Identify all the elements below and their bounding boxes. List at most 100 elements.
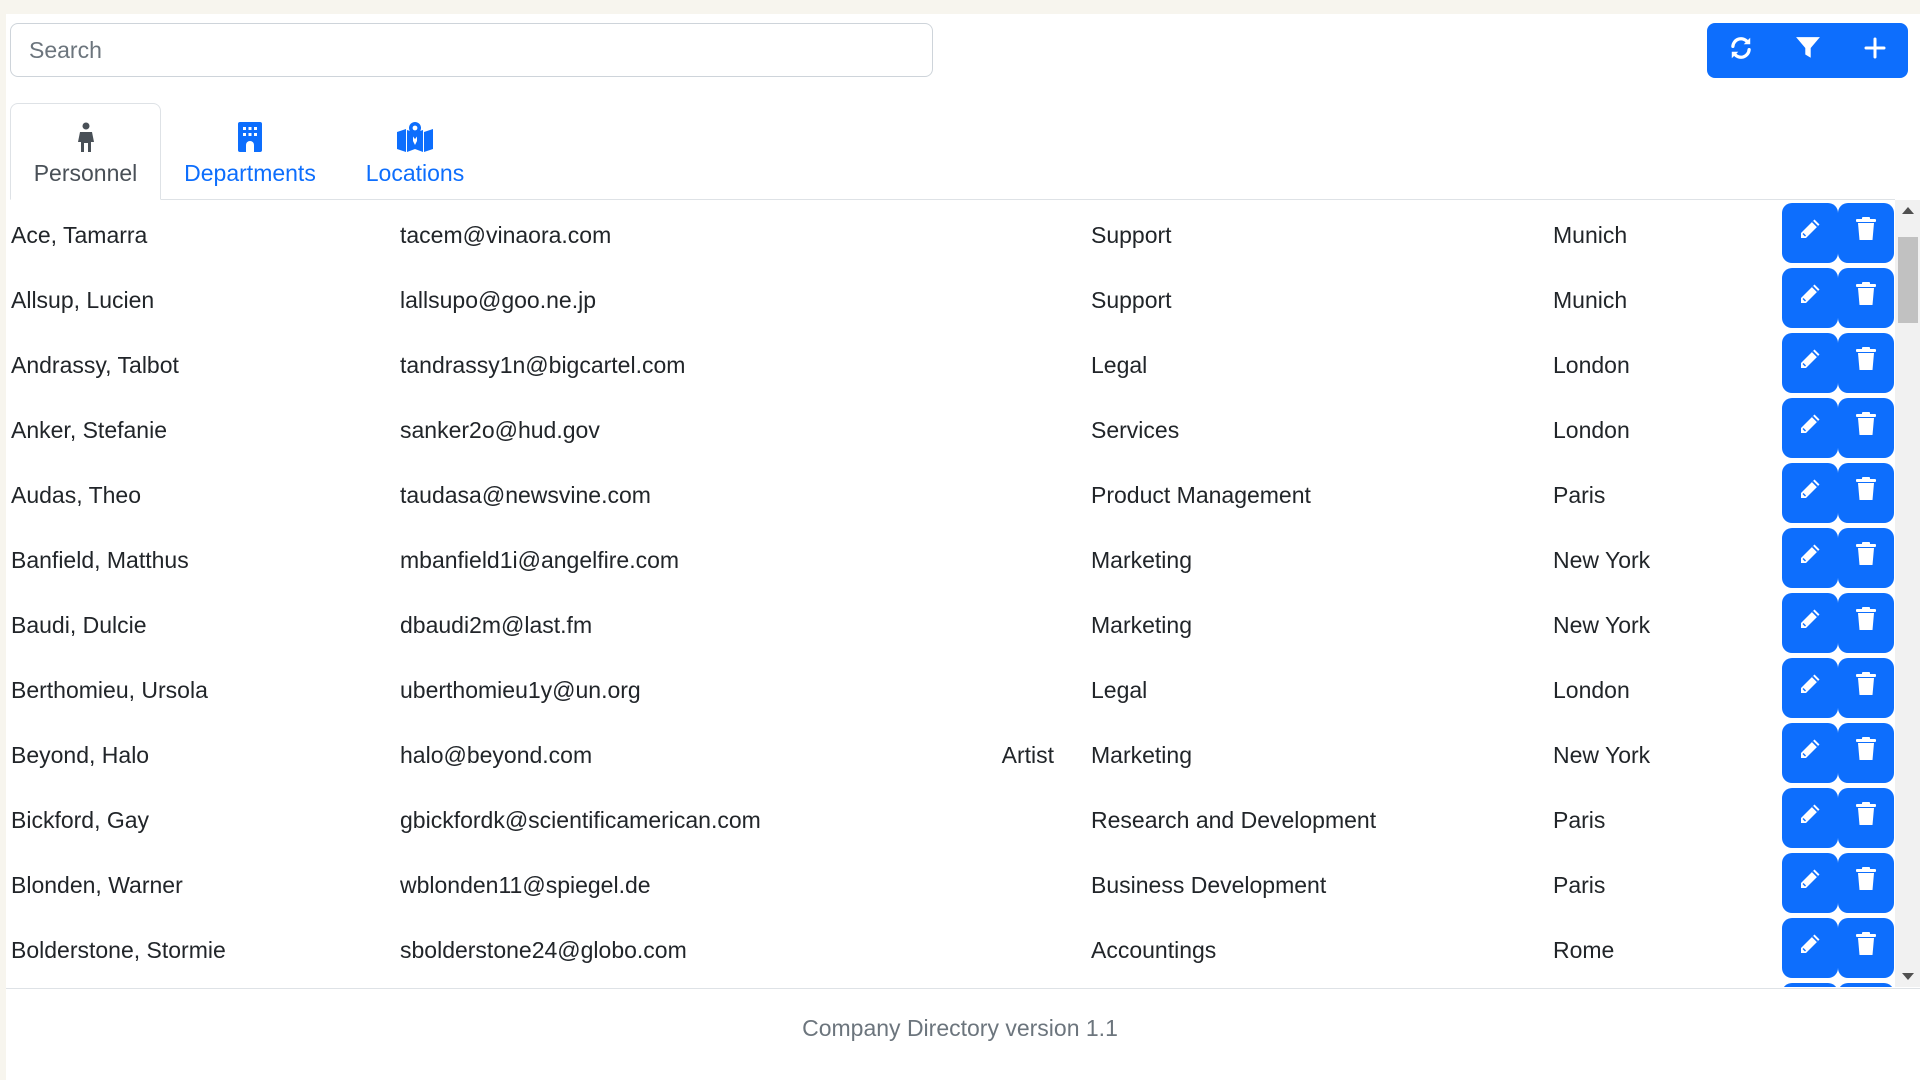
tab-personnel[interactable]: Personnel (10, 103, 161, 200)
delete-button[interactable] (1838, 658, 1894, 718)
filter-icon (1795, 35, 1821, 66)
personnel-row[interactable]: Bolderstone, Stormie sbolderstone24@globo… (0, 915, 1895, 980)
scroll-up-button[interactable] (1895, 200, 1920, 220)
refresh-button[interactable] (1707, 23, 1774, 78)
delete-button[interactable] (1838, 268, 1894, 328)
search-input[interactable] (10, 23, 933, 77)
trash-icon (1856, 783, 1876, 854)
caret-up-icon (1901, 201, 1914, 219)
pencil-icon (1798, 913, 1822, 984)
edit-button[interactable] (1782, 853, 1838, 913)
personnel-row[interactable]: Andrassy, Talbot tandrassy1n@bigcartel.co… (0, 330, 1895, 395)
delete-button[interactable] (1838, 853, 1894, 913)
person-department: Services (1091, 417, 1180, 443)
person-location: London (1553, 417, 1630, 443)
person-department: Product Management (1091, 482, 1311, 508)
edit-button[interactable] (1782, 788, 1838, 848)
pencil-icon (1798, 200, 1822, 269)
person-email: tacem@vinaora.com (400, 222, 612, 248)
tab-departments[interactable]: Departments (175, 103, 325, 199)
toolbar-button-group (1707, 23, 1908, 78)
delete-button[interactable] (1838, 593, 1894, 653)
edit-button[interactable] (1782, 398, 1838, 458)
personnel-row[interactable]: Blonden, Warner wblonden11@spiegel.de Busi… (0, 850, 1895, 915)
personnel-row[interactable]: Ace, Tamarra tacem@vinaora.com Support Muni… (0, 200, 1895, 265)
personnel-row[interactable]: Audas, Theo taudasa@newsvine.com Product M… (0, 460, 1895, 525)
delete-button[interactable] (1838, 463, 1894, 523)
person-job-title (880, 655, 1054, 720)
personnel-row[interactable]: Banfield, Matthus mbanfield1i@angelfire.c… (0, 525, 1895, 590)
person-name: Audas, Theo (11, 482, 142, 508)
row-actions (1782, 723, 1894, 783)
row-actions (1782, 398, 1894, 458)
personnel-row[interactable] (0, 980, 1895, 987)
trash-icon (1856, 200, 1876, 269)
personnel-row[interactable]: Allsup, Lucien lallsupo@goo.ne.jp Support M… (0, 265, 1895, 330)
trash-icon (1856, 913, 1876, 984)
trash-icon (1856, 458, 1876, 529)
person-name: Andrassy, Talbot (11, 352, 179, 378)
person-location: Rome (1553, 937, 1615, 963)
person-location: New York (1553, 547, 1651, 573)
edit-button[interactable] (1782, 528, 1838, 588)
edit-button[interactable] (1782, 463, 1838, 523)
scrollbar[interactable] (1895, 200, 1920, 987)
delete-button[interactable] (1838, 788, 1894, 848)
person-job-title (880, 265, 1054, 330)
edit-button[interactable] (1782, 918, 1838, 978)
pencil-icon (1798, 978, 1822, 988)
row-actions (1782, 593, 1894, 653)
add-button[interactable] (1841, 23, 1908, 78)
tab-locations[interactable]: Locations (355, 103, 475, 199)
edit-button[interactable] (1782, 333, 1838, 393)
person-department: Marketing (1091, 612, 1192, 638)
person-job-title: Artist (1001, 742, 1054, 768)
edit-button[interactable] (1782, 983, 1838, 987)
filter-button[interactable] (1774, 23, 1841, 78)
personnel-row[interactable]: Bickford, Gay gbickfordk@scientificameric… (0, 785, 1895, 850)
tab-bar: Personnel Departments Locations (10, 103, 1895, 200)
person-job-title (880, 980, 1054, 987)
person-location: London (1553, 352, 1630, 378)
delete-button[interactable] (1838, 203, 1894, 263)
personnel-row[interactable]: Baudi, Dulcie dbaudi2m@last.fm Marketing Ne… (0, 590, 1895, 655)
delete-button[interactable] (1838, 983, 1894, 987)
trash-icon (1856, 653, 1876, 724)
delete-button[interactable] (1838, 398, 1894, 458)
edit-button[interactable] (1782, 593, 1838, 653)
pencil-icon (1798, 848, 1822, 919)
person-email: halo@beyond.com (400, 742, 593, 768)
edit-button[interactable] (1782, 723, 1838, 783)
person-location: New York (1553, 612, 1651, 638)
person-email: taudasa@newsvine.com (400, 482, 651, 508)
personnel-row[interactable]: Berthomieu, Ursola uberthomieu1y@un.org Le… (0, 655, 1895, 720)
delete-button[interactable] (1838, 918, 1894, 978)
scroll-down-button[interactable] (1895, 967, 1920, 987)
person-job-title (880, 525, 1054, 590)
edit-button[interactable] (1782, 203, 1838, 263)
edit-button[interactable] (1782, 268, 1838, 328)
person-email: dbaudi2m@last.fm (400, 612, 593, 638)
delete-button[interactable] (1838, 528, 1894, 588)
pencil-icon (1798, 328, 1822, 399)
personnel-row[interactable]: Anker, Stefanie sanker2o@hud.gov Services L… (0, 395, 1895, 460)
person-name: Banfield, Matthus (11, 547, 189, 573)
top-strip (0, 0, 1920, 14)
footer-divider (6, 988, 1920, 989)
person-department: Business Development (1091, 872, 1327, 898)
delete-button[interactable] (1838, 723, 1894, 783)
edit-button[interactable] (1782, 658, 1838, 718)
pencil-icon (1798, 393, 1822, 464)
trash-icon (1856, 588, 1876, 659)
scrollbar-thumb[interactable] (1898, 237, 1918, 323)
person-department: Legal (1091, 677, 1148, 703)
person-job-title (880, 460, 1054, 525)
person-job-title (880, 590, 1054, 655)
person-location: Paris (1553, 872, 1606, 898)
person-department: Support (1091, 287, 1172, 313)
pencil-icon (1798, 783, 1822, 854)
person-location: Paris (1553, 807, 1606, 833)
delete-button[interactable] (1838, 333, 1894, 393)
person-job-title (880, 200, 1054, 265)
personnel-row[interactable]: Beyond, Halo halo@beyond.com Artist Marketi… (0, 720, 1895, 785)
